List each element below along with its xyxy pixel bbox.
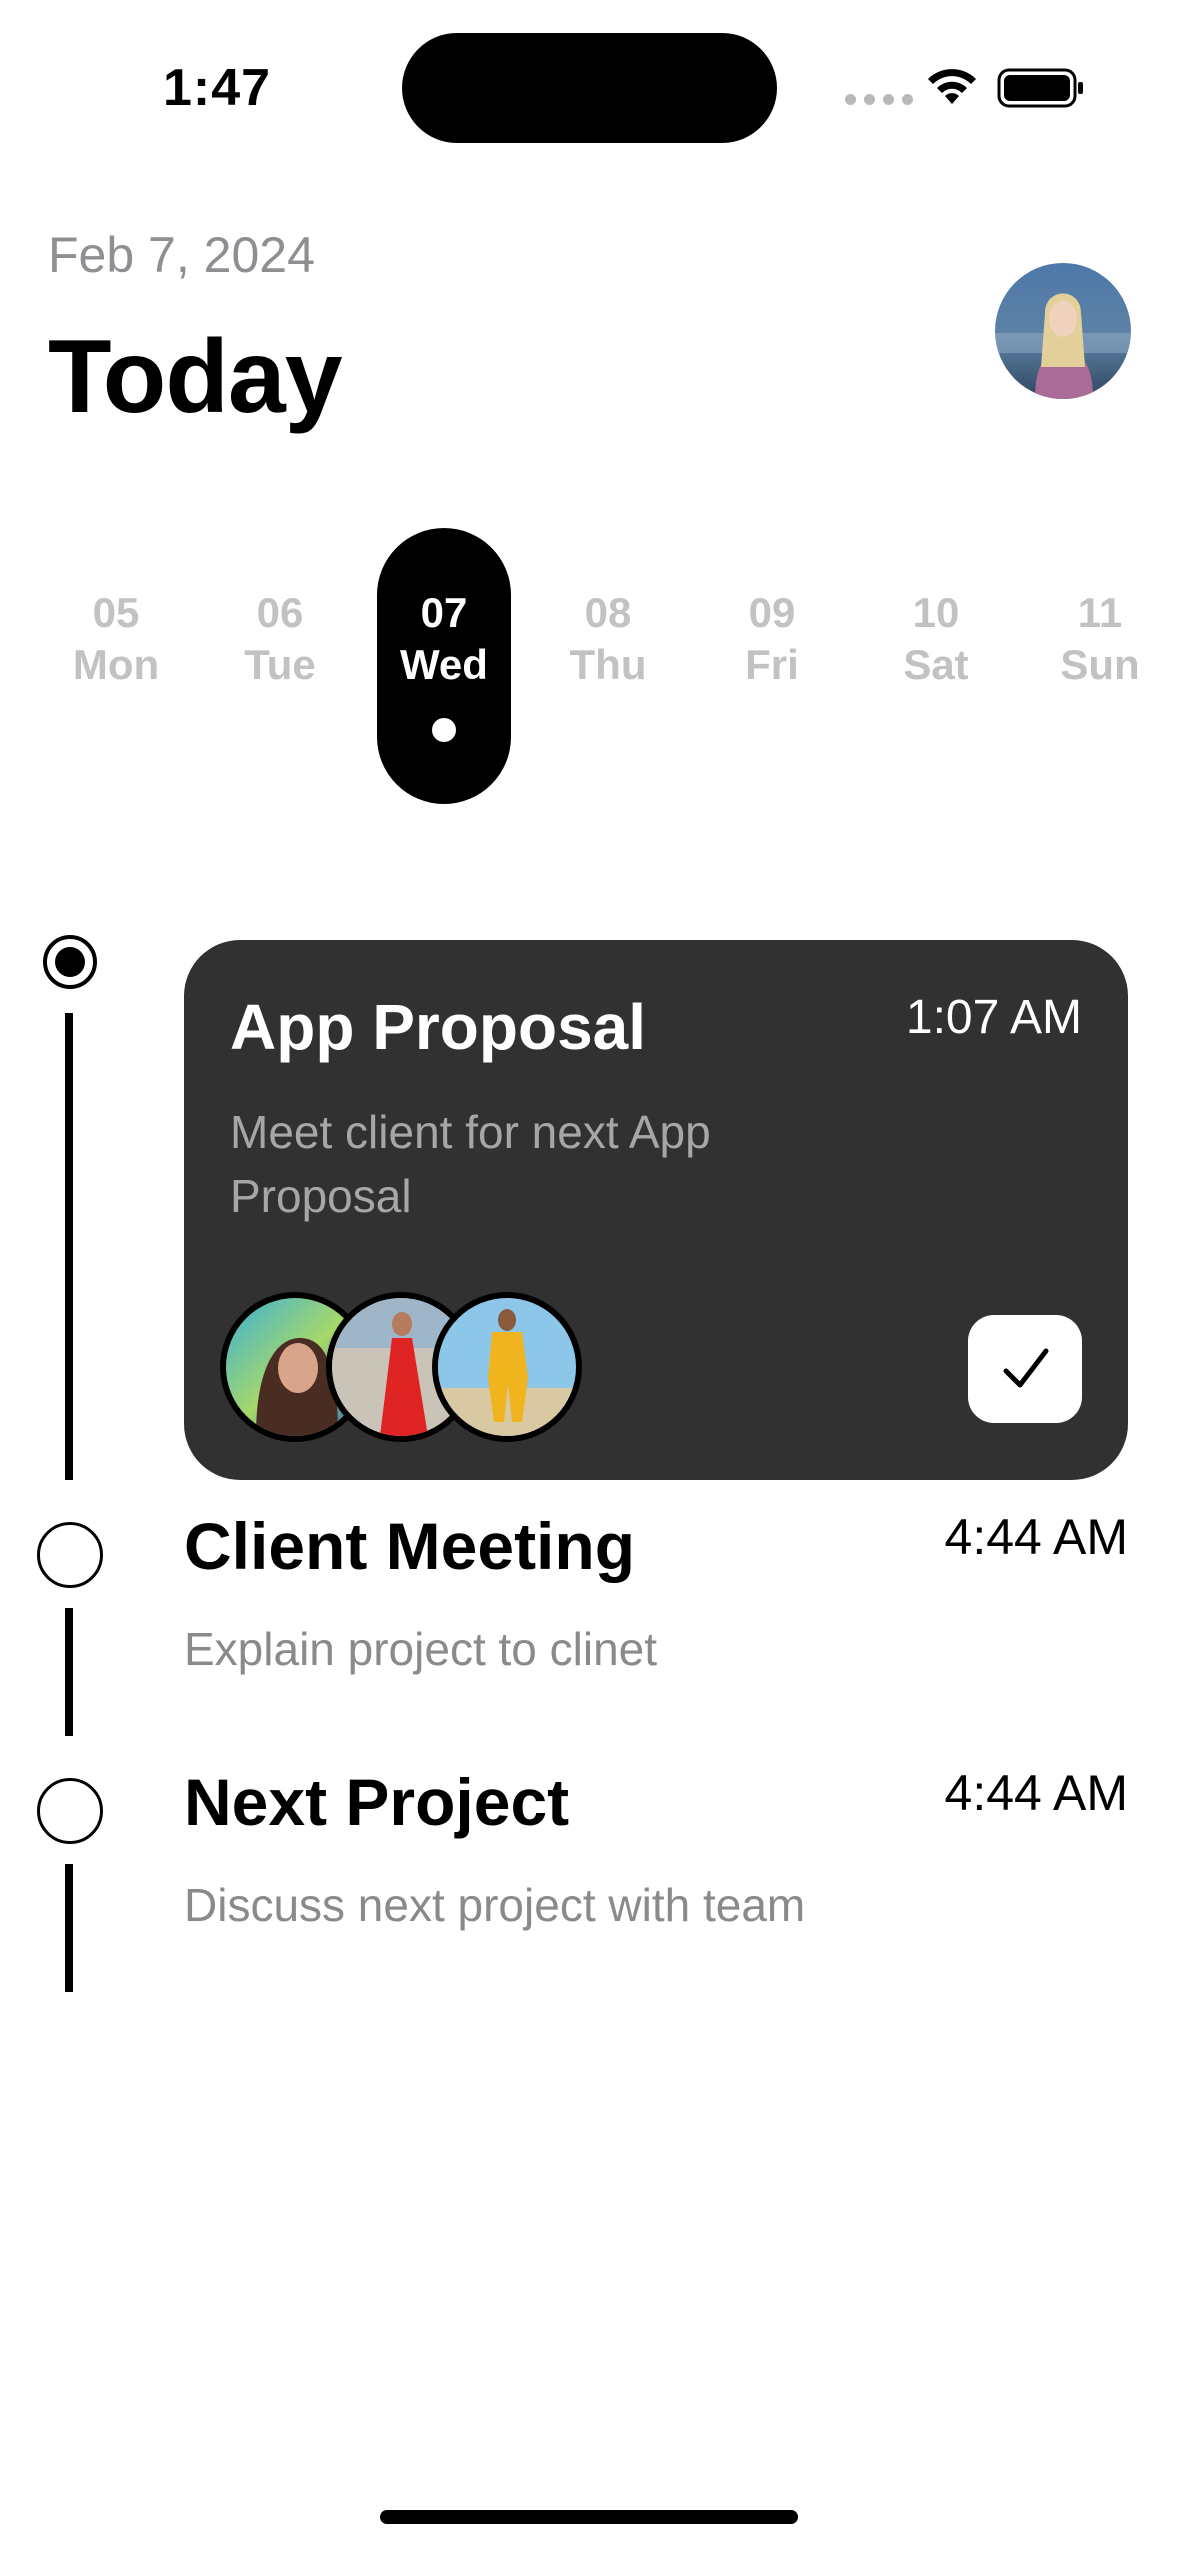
timeline-node-completed[interactable] [43,935,97,989]
task-description: Discuss next project with team [184,1879,806,1931]
day-sat[interactable]: 10 Sat [869,528,1003,804]
day-number: 11 [1077,589,1123,636]
cellular-signal-icon [845,94,913,105]
home-indicator[interactable] [380,2510,798,2524]
day-name: Tue [244,641,316,688]
task-description: Meet client for next App Proposal [230,1106,711,1222]
task-time: 1:07 AM [905,991,1082,1044]
participant-avatars [220,1292,620,1442]
task-item-client-meeting[interactable]: Client Meeting 4:44 AM Explain project t… [184,1508,1128,1708]
timeline-line [65,1608,73,1736]
task-title: Next Project [184,1765,570,1839]
dynamic-island [402,33,777,143]
day-thu[interactable]: 08 Thu [541,528,675,804]
day-number: 07 [420,589,468,636]
timeline-line [65,1013,73,1480]
day-tue[interactable]: 06 Tue [213,528,347,804]
day-name: Sun [1060,641,1140,688]
task-title: App Proposal [230,991,647,1063]
complete-task-button[interactable] [968,1315,1082,1423]
day-number: 09 [748,589,796,636]
day-name: Mon [72,641,160,688]
day-fri[interactable]: 09 Fri [705,528,839,804]
wifi-icon [928,69,976,104]
day-name: Thu [569,641,647,688]
task-time: 4:44 AM [944,1509,1128,1565]
day-name: Wed [400,641,488,688]
current-date: Feb 7, 2024 [48,227,315,283]
battery-icon [997,68,1083,108]
participant-avatar [432,1292,582,1442]
user-avatar[interactable] [995,263,1131,399]
timeline-node[interactable] [37,1778,103,1844]
task-time: 4:44 AM [944,1765,1128,1821]
day-number: 08 [584,589,632,636]
day-sun[interactable]: 11 Sun [1033,528,1167,804]
day-number: 10 [912,589,960,636]
today-indicator-dot [432,718,456,742]
task-title: Client Meeting [184,1509,636,1583]
timeline-node[interactable] [37,1522,103,1588]
task-description: Explain project to clinet [184,1623,658,1675]
day-wed-selected[interactable]: 07 Wed [377,528,511,804]
week-day-selector: 05 Mon 06 Tue 07 Wed 08 Thu 09 Fri 10 Sa… [0,528,1179,804]
timeline-line [65,1864,73,1992]
checkmark-icon [1003,1348,1049,1388]
day-mon[interactable]: 05 Mon [49,528,183,804]
day-name: Sat [903,641,969,688]
day-name: Fri [745,641,799,688]
task-item-next-project[interactable]: Next Project 4:44 AM Discuss next projec… [184,1764,1128,1964]
day-number: 05 [92,589,140,636]
task-card-app-proposal[interactable]: App Proposal 1:07 AM Meet client for nex… [184,940,1128,1480]
page-title: Today [48,319,343,435]
day-number: 06 [256,589,304,636]
status-time: 1:47 [163,59,272,117]
